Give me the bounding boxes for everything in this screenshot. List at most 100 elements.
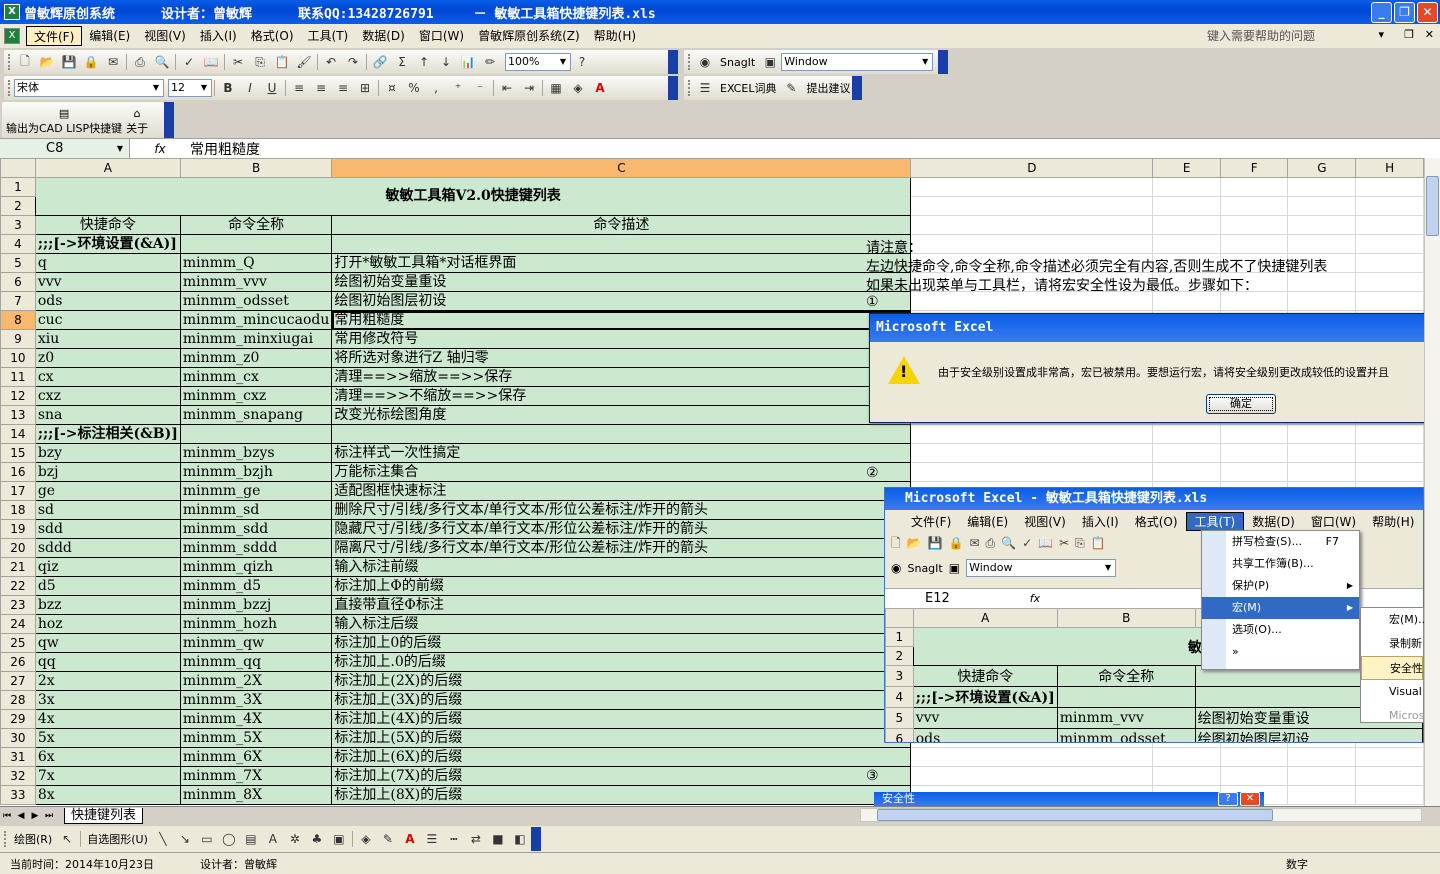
window-combo[interactable]: Window ▼ xyxy=(781,53,934,71)
cell[interactable] xyxy=(1287,196,1357,216)
ok-button[interactable]: 确定 xyxy=(1206,394,1276,414)
cell-b[interactable]: minmm_2X xyxy=(179,671,333,691)
cell-a[interactable]: xiu xyxy=(34,329,181,349)
toolbar-end[interactable] xyxy=(668,50,678,74)
row-header[interactable]: 24 xyxy=(0,614,36,634)
cell[interactable] xyxy=(1219,443,1289,463)
cell[interactable] xyxy=(1355,234,1424,254)
cell[interactable] xyxy=(1287,443,1357,463)
row-header[interactable]: 29 xyxy=(0,709,36,729)
fill-color-icon[interactable]: ◈ xyxy=(567,78,589,98)
cell-a[interactable]: cuc xyxy=(34,310,181,330)
cell-a[interactable]: sna xyxy=(34,405,181,425)
cell[interactable] xyxy=(1152,462,1221,482)
toolbar-grip[interactable] xyxy=(688,54,691,70)
format-painter-icon[interactable]: 🖌 xyxy=(293,52,315,72)
cell-a[interactable]: 5x xyxy=(34,728,181,748)
header-fullname[interactable]: 命令全称 xyxy=(179,215,333,235)
cell[interactable] xyxy=(1219,177,1289,197)
row-header[interactable]: 3 xyxy=(0,215,36,235)
align-right-icon[interactable]: ≡ xyxy=(332,78,354,98)
sort-desc-icon[interactable]: ↓ xyxy=(435,52,457,72)
insert-function-icon[interactable]: fx xyxy=(130,142,190,156)
undo-icon[interactable]: ↶ xyxy=(320,52,342,72)
cell-c[interactable]: 将所选对象进行Z 轴归零 xyxy=(331,348,912,368)
cell[interactable] xyxy=(1287,462,1357,482)
cell-c[interactable]: 标注样式一次性搞定 xyxy=(331,443,912,463)
cell-b[interactable]: minmm_Q xyxy=(179,253,333,273)
cell-c[interactable]: 清理==>>缩放==>>保存 xyxy=(331,367,912,387)
cell[interactable] xyxy=(1287,785,1357,805)
cell-c[interactable]: 隐藏尺寸/引线/多行文本/单行文本/形位公差标注/炸开的箭头 xyxy=(331,519,912,539)
cell-a[interactable]: ;;;[->环境设置(&A)] xyxy=(34,234,181,254)
cell-b[interactable]: minmm_z0 xyxy=(179,348,333,368)
cell-c[interactable]: 常用修改符号 xyxy=(331,329,912,349)
excel-app-icon[interactable]: X xyxy=(4,4,20,20)
row-header[interactable]: 30 xyxy=(0,728,36,748)
cell-c[interactable]: 删除尺寸/引线/多行文本/单行文本/形位公差标注/炸开的箭头 xyxy=(331,500,912,520)
header-description[interactable]: 命令描述 xyxy=(331,215,912,235)
oval-icon[interactable]: ◯ xyxy=(218,829,240,849)
cell-b[interactable]: minmm_5X xyxy=(179,728,333,748)
print-preview-icon[interactable]: 🔍 xyxy=(151,52,173,72)
scroll-thumb[interactable] xyxy=(1426,176,1439,236)
cell-c[interactable]: 清理==>>不缩放==>>保存 xyxy=(331,386,912,406)
minimize-button[interactable]: _ xyxy=(1371,2,1392,23)
column-header-g[interactable]: G xyxy=(1287,158,1357,178)
cell[interactable] xyxy=(1355,747,1424,767)
scroll-thumb[interactable] xyxy=(877,809,1273,821)
save-icon[interactable]: 💾 xyxy=(58,52,80,72)
italic-icon[interactable]: I xyxy=(239,78,261,98)
zoom-combo[interactable]: 100% ▼ xyxy=(505,53,571,71)
row-header[interactable]: 31 xyxy=(0,747,36,767)
row-header[interactable]: 2 xyxy=(0,196,36,216)
cell-a[interactable]: ;;;[->标注相关(&B)] xyxy=(34,424,181,444)
row-header[interactable]: 8 xyxy=(0,310,36,330)
cell-a[interactable]: 2x xyxy=(34,671,181,691)
research-icon[interactable]: 📖 xyxy=(200,52,222,72)
cell[interactable] xyxy=(910,196,1154,216)
sheet-tab-active[interactable]: 快捷键列表 xyxy=(64,807,144,824)
snagit-button[interactable]: SnagIt xyxy=(716,56,759,69)
currency-icon[interactable]: ¤ xyxy=(381,78,403,98)
cell-b[interactable]: minmm_4X xyxy=(179,709,333,729)
cell[interactable] xyxy=(1355,272,1424,292)
cell[interactable] xyxy=(1152,196,1221,216)
autosum-icon[interactable]: Σ xyxy=(391,52,413,72)
cell-b[interactable]: minmm_cxz xyxy=(179,386,333,406)
new-icon[interactable]: 🗋 xyxy=(14,52,36,72)
row-header[interactable]: 19 xyxy=(0,519,36,539)
prev-sheet-icon[interactable]: ◀ xyxy=(14,811,28,821)
column-header-b[interactable]: B xyxy=(179,158,333,178)
cell-c[interactable]: 标注加上(4X)的后缀 xyxy=(331,709,912,729)
cell-b[interactable]: minmm_sdd xyxy=(179,519,333,539)
column-header-a[interactable]: A xyxy=(34,158,181,178)
cell-c[interactable]: 绘图初始图层初设 xyxy=(331,291,912,311)
cell-a[interactable]: ge xyxy=(34,481,181,501)
workbook-icon[interactable]: X xyxy=(4,28,20,44)
cell-b[interactable]: minmm_sddd xyxy=(179,538,333,558)
column-header-e[interactable]: E xyxy=(1152,158,1221,178)
row-header[interactable]: 11 xyxy=(0,367,36,387)
cell[interactable] xyxy=(1219,424,1289,444)
cell-c[interactable]: 标注加上(3X)的后缀 xyxy=(331,690,912,710)
cell-c[interactable]: 标注加上(5X)的后缀 xyxy=(331,728,912,748)
cell[interactable] xyxy=(1355,291,1424,311)
cell-b[interactable]: minmm_cx xyxy=(179,367,333,387)
cell[interactable] xyxy=(1152,215,1221,235)
row-header[interactable]: 28 xyxy=(0,690,36,710)
percent-icon[interactable]: % xyxy=(403,78,425,98)
wordart-icon[interactable]: A xyxy=(262,829,284,849)
cell-c[interactable]: 标注加上(8X)的后缀 xyxy=(331,785,912,805)
cell-a[interactable]: ods xyxy=(34,291,181,311)
cell-a[interactable]: sd xyxy=(34,500,181,520)
cell-c[interactable]: 标注加上0的后缀 xyxy=(331,633,912,653)
cell-c[interactable]: 改变光标绘图角度 xyxy=(331,405,912,425)
increase-indent-icon[interactable]: ⇥ xyxy=(518,78,540,98)
row-header[interactable]: 33 xyxy=(0,785,36,805)
cell[interactable] xyxy=(910,177,1154,197)
cell[interactable] xyxy=(1287,424,1357,444)
clipart-icon[interactable]: ♣ xyxy=(306,829,328,849)
cell-c[interactable]: 打开*敏敏工具箱*对话框界面 xyxy=(331,253,912,273)
email-icon[interactable]: ✉ xyxy=(102,52,124,72)
